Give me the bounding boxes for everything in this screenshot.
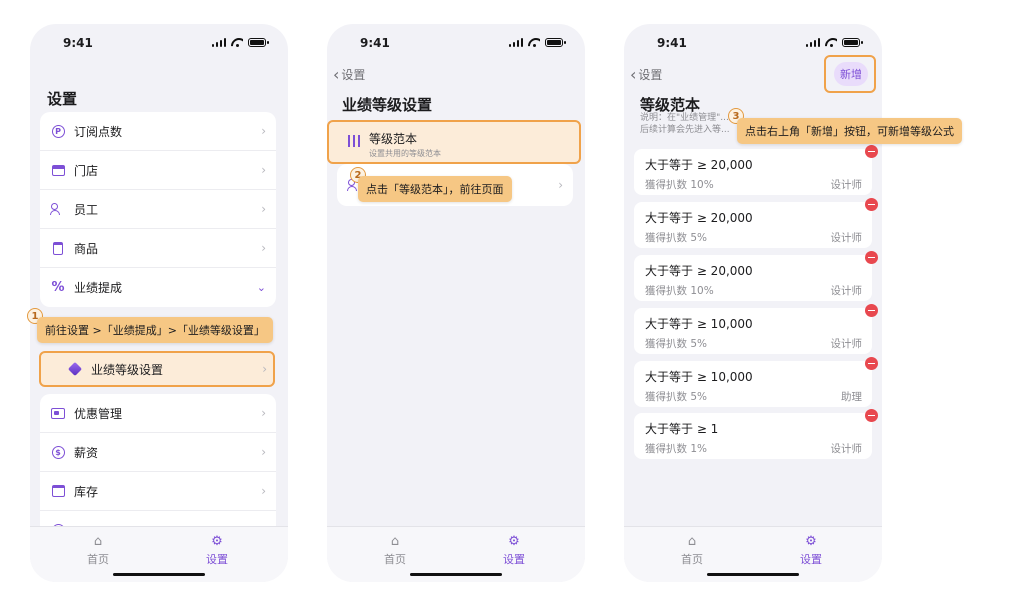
tier-item[interactable]: 大于等于 ≥ 1 獲得扒数 1% 设计师 xyxy=(634,409,878,459)
chevron-right-icon: › xyxy=(261,163,266,177)
settings-item-salary[interactable]: $ 薪资 › xyxy=(40,433,276,472)
tab-home[interactable]: ⌂ 首页 xyxy=(662,535,722,567)
callout-tip: 前往设置 >「业绩提成」>「业绩等级设置」 xyxy=(37,317,273,343)
chevron-right-icon: › xyxy=(261,124,266,138)
battery-icon xyxy=(545,38,566,47)
settings-item-product[interactable]: 商品 › xyxy=(40,229,276,268)
settings-item-coupon[interactable]: 优惠管理 › xyxy=(40,394,276,433)
delete-icon[interactable] xyxy=(865,409,878,422)
tier-item[interactable]: 大于等于 ≥ 20,000 獲得扒数 10% 设计师 xyxy=(634,145,878,195)
page-title: 设置 xyxy=(47,90,78,108)
tab-bar: ⌂ 首页 ⚙ 设置 xyxy=(327,526,585,582)
tab-bar: ⌂ 首页 ⚙ 设置 xyxy=(30,526,288,582)
settings-item-store[interactable]: 门店 › xyxy=(40,151,276,190)
chevron-right-icon: › xyxy=(262,362,267,376)
back-button[interactable]: ‹ 设置 xyxy=(630,66,662,83)
status-time: 9:41 xyxy=(63,36,93,50)
chevron-right-icon: › xyxy=(261,241,266,255)
add-button[interactable]: 新增 xyxy=(834,62,868,86)
gear-icon: ⚙ xyxy=(211,534,223,549)
callout-tip: 点击右上角「新增」按钮，可新增等级公式 xyxy=(737,118,962,144)
chevron-left-icon: ‹ xyxy=(333,64,340,84)
status-bar: 9:41 xyxy=(30,24,288,62)
settings-item-staff[interactable]: 员工 › xyxy=(40,190,276,229)
signal-icon xyxy=(508,38,523,47)
tab-bar: ⌂ 首页 ⚙ 设置 xyxy=(624,526,882,582)
home-indicator xyxy=(410,573,502,576)
signal-icon xyxy=(211,38,226,47)
settings-item-points[interactable]: P 订阅点数 › xyxy=(40,112,276,151)
diamond-icon xyxy=(67,361,83,377)
delete-icon[interactable] xyxy=(865,198,878,211)
tier-item[interactable]: 大于等于 ≥ 10,000 獲得扒数 5% 助理 xyxy=(634,357,878,407)
delete-icon[interactable] xyxy=(865,251,878,264)
settings-item-performance-level[interactable]: 业绩等级设置 › xyxy=(39,351,275,387)
staff-icon xyxy=(50,201,66,217)
tier-item[interactable]: 大于等于 ≥ 20,000 獲得扒数 10% 设计师 xyxy=(634,251,878,301)
tab-home[interactable]: ⌂ 首页 xyxy=(365,535,425,567)
coupon-icon xyxy=(50,405,66,421)
wifi-icon xyxy=(528,38,540,47)
gear-icon: ⚙ xyxy=(508,534,520,549)
status-time: 9:41 xyxy=(360,36,390,50)
inventory-icon xyxy=(50,483,66,499)
description-text: 说明：在"业绩管理"...后续计算会先进入等... xyxy=(640,113,730,135)
tab-settings[interactable]: ⚙ 设置 xyxy=(781,535,841,567)
wifi-icon xyxy=(231,38,243,47)
phone-screen-settings: 9:41 设置 P 订阅点数 › 门店 › 员工 › 商品 › % 业绩提成 ⌄… xyxy=(30,24,288,582)
signal-icon xyxy=(805,38,820,47)
store-icon xyxy=(50,162,66,178)
tab-home[interactable]: ⌂ 首页 xyxy=(68,535,128,567)
callout-tip: 点击「等级范本」，前往页面 xyxy=(358,176,512,202)
wifi-icon xyxy=(825,38,837,47)
tier-item[interactable]: 大于等于 ≥ 10,000 獲得扒数 5% 设计师 xyxy=(634,304,878,354)
back-button[interactable]: ‹ 设置 xyxy=(333,66,365,83)
settings-list-top: P 订阅点数 › 门店 › 员工 › 商品 › % 业绩提成 ⌄ xyxy=(40,112,276,307)
chevron-right-icon: › xyxy=(261,484,266,498)
template-item[interactable]: 等级范本 设置共用的等级范本 xyxy=(327,120,581,164)
phone-screen-performance-level: 9:41 ‹ 设置 业绩等级设置 › 等级范本 设置共用的等级范本 2 点击「等… xyxy=(327,24,585,582)
settings-item-inventory[interactable]: 库存 › xyxy=(40,472,276,511)
gear-icon: ⚙ xyxy=(805,534,817,549)
phone-screen-level-templates: 9:41 ‹ 设置 新增 等级范本 说明：在"业绩管理"...后续计算会先进入等… xyxy=(624,24,882,582)
page-title: 业绩等级设置 xyxy=(342,96,433,114)
tab-settings[interactable]: ⚙ 设置 xyxy=(187,535,247,567)
tier-item[interactable]: 大于等于 ≥ 20,000 獲得扒数 5% 设计师 xyxy=(634,198,878,248)
template-item-label: 等级范本 xyxy=(369,132,418,146)
delete-icon[interactable] xyxy=(865,304,878,317)
chevron-right-icon: › xyxy=(558,178,563,192)
home-indicator xyxy=(707,573,799,576)
battery-icon xyxy=(842,38,863,47)
home-icon: ⌂ xyxy=(687,534,697,549)
sliders-icon xyxy=(347,135,361,147)
salary-icon: $ xyxy=(50,444,66,460)
percent-icon: % xyxy=(51,280,65,295)
status-bar: 9:41 xyxy=(327,24,585,62)
delete-icon[interactable] xyxy=(865,145,878,158)
home-icon: ⌂ xyxy=(93,534,103,549)
product-icon xyxy=(50,240,66,256)
chevron-right-icon: › xyxy=(261,406,266,420)
battery-icon xyxy=(248,38,269,47)
settings-item-commission[interactable]: % 业绩提成 ⌄ xyxy=(40,268,276,307)
delete-icon[interactable] xyxy=(865,357,878,370)
tab-settings[interactable]: ⚙ 设置 xyxy=(484,535,544,567)
home-indicator xyxy=(113,573,205,576)
template-item-sub: 设置共用的等级范本 xyxy=(369,149,441,158)
points-icon: P xyxy=(50,123,66,139)
status-time: 9:41 xyxy=(657,36,687,50)
chevron-down-icon: ⌄ xyxy=(256,281,266,294)
chevron-left-icon: ‹ xyxy=(630,64,637,84)
chevron-right-icon: › xyxy=(261,202,266,216)
home-icon: ⌂ xyxy=(390,534,400,549)
chevron-right-icon: › xyxy=(261,445,266,459)
